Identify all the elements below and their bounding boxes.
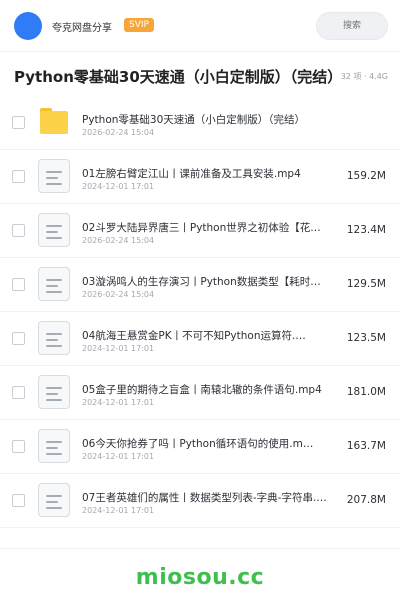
search-input[interactable] <box>316 12 388 40</box>
item-size: 129.5M <box>346 278 386 290</box>
list-item[interactable]: 07王者英雄们的属性丨数据类型列表-字典-字符串.… 2024-12-01 17… <box>0 474 400 528</box>
list-item[interactable]: 03漩涡鸣人的生存演习丨Python数据类型【耗时… 2026-02-24 15… <box>0 258 400 312</box>
page-title: Python零基础30天速通（小白定制版）（完结） <box>14 68 334 86</box>
item-date: 2026-02-24 15:04 <box>82 236 155 245</box>
item-date: 2026-02-24 15:04 <box>82 128 155 137</box>
item-date: 2026-02-24 15:04 <box>82 290 155 299</box>
select-checkbox[interactable] <box>12 440 25 453</box>
item-size: 123.4M <box>346 224 386 236</box>
select-checkbox[interactable] <box>12 170 25 183</box>
video-file-icon <box>38 213 70 247</box>
share-brand: 夸克网盘分享 <box>52 23 112 34</box>
video-file-icon <box>38 321 70 355</box>
video-file-icon <box>38 375 70 409</box>
item-name: 04航海王悬赏金PK丨不可不知Python运算符.… <box>82 330 306 342</box>
item-name: 01左膀右臂定江山丨课前准备及工具安装.mp4 <box>82 168 301 180</box>
list-item[interactable]: 01左膀右臂定江山丨课前准备及工具安装.mp4 2024-12-01 17:01… <box>0 150 400 204</box>
item-date: 2024-12-01 17:01 <box>82 398 155 407</box>
svip-badge: SVIP <box>124 18 154 32</box>
select-checkbox[interactable] <box>12 386 25 399</box>
item-name: 05盒子里的期待之盲盒丨南辕北辙的条件语句.mp4 <box>82 384 322 396</box>
site-watermark: miosou.cc <box>135 565 265 590</box>
folder-icon <box>40 108 68 134</box>
list-item[interactable]: 05盒子里的期待之盲盒丨南辕北辙的条件语句.mp4 2024-12-01 17:… <box>0 366 400 420</box>
top-bar: 夸克网盘分享 SVIP <box>0 0 400 52</box>
item-size: 181.0M <box>346 386 386 398</box>
item-size: 163.7M <box>346 440 386 452</box>
video-file-icon <box>38 159 70 193</box>
list-item-folder[interactable]: Python零基础30天速通（小白定制版）（完结） 2026-02-24 15:… <box>0 96 400 150</box>
item-date: 2024-12-01 17:01 <box>82 182 155 191</box>
item-size: 159.2M <box>346 170 386 182</box>
item-date: 2024-12-01 17:01 <box>82 452 155 461</box>
item-name: 02斗罗大陆异界唐三丨Python世界之初体验【花… <box>82 222 321 234</box>
select-checkbox[interactable] <box>12 494 25 507</box>
select-checkbox[interactable] <box>12 332 25 345</box>
avatar[interactable] <box>14 12 42 40</box>
video-file-icon <box>38 267 70 301</box>
select-checkbox[interactable] <box>12 224 25 237</box>
folder-header: Python零基础30天速通（小白定制版）（完结） 32 项 · 4.4G <box>0 52 400 98</box>
video-file-icon <box>38 429 70 463</box>
folder-meta: 32 项 · 4.4G <box>337 71 388 82</box>
item-name: 06今天你抢券了吗丨Python循环语句的使用.m… <box>82 438 314 450</box>
select-checkbox[interactable] <box>12 116 25 129</box>
list-item[interactable]: 04航海王悬赏金PK丨不可不知Python运算符.… 2024-12-01 17… <box>0 312 400 366</box>
item-name: 03漩涡鸣人的生存演习丨Python数据类型【耗时… <box>82 276 321 288</box>
video-file-icon <box>38 483 70 517</box>
item-date: 2024-12-01 17:01 <box>82 344 155 353</box>
item-size: 207.8M <box>346 494 386 506</box>
file-list: Python零基础30天速通（小白定制版）（完结） 2026-02-24 15:… <box>0 96 400 548</box>
list-item[interactable]: 06今天你抢券了吗丨Python循环语句的使用.m… 2024-12-01 17… <box>0 420 400 474</box>
list-item[interactable]: 02斗罗大陆异界唐三丨Python世界之初体验【花… 2026-02-24 15… <box>0 204 400 258</box>
item-date: 2024-12-01 17:01 <box>82 506 155 515</box>
item-name: 07王者英雄们的属性丨数据类型列表-字典-字符串.… <box>82 492 327 504</box>
item-size: 123.5M <box>346 332 386 344</box>
footer: miosou.cc <box>0 548 400 600</box>
item-name: Python零基础30天速通（小白定制版）（完结） <box>82 114 306 126</box>
select-checkbox[interactable] <box>12 278 25 291</box>
